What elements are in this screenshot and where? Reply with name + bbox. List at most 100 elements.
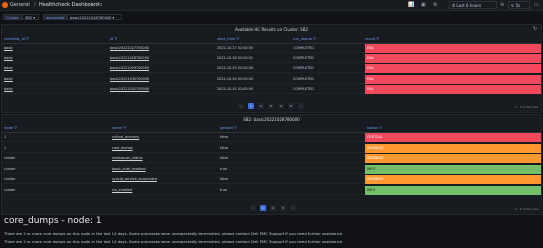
table-cell[interactable]: basic20221027700000 bbox=[110, 46, 149, 50]
table-cell: cluster bbox=[4, 166, 16, 171]
table-cell: 1 bbox=[4, 145, 7, 150]
table-cell[interactable]: basic bbox=[4, 66, 13, 70]
table-cell: COMPLETED bbox=[293, 66, 314, 71]
column-header-name[interactable]: name ⛛ bbox=[112, 126, 126, 130]
star-icon[interactable]: ☆ bbox=[90, 2, 94, 8]
worksheet-variable-select[interactable]: basic20221028780000 ▾ bbox=[67, 14, 122, 20]
status-cell: WARNING bbox=[365, 154, 541, 163]
column-header-passed[interactable]: passed ⛛ bbox=[220, 126, 237, 130]
hc-results-panel-title: Available HC Results on Cluster: SB2 bbox=[235, 27, 308, 32]
column-header-checklist-id[interactable]: checklist_id ⛛ bbox=[4, 37, 29, 41]
table-cell: 2022-10-31 02:00:00 bbox=[217, 86, 254, 91]
table-cell: 2022-10-30 02:00:00 bbox=[217, 76, 254, 81]
grafana-logo-icon[interactable] bbox=[2, 2, 8, 8]
page-button-2[interactable]: 2 bbox=[270, 205, 276, 211]
table-cell[interactable]: syncig_service_suspended bbox=[112, 177, 157, 181]
table-cell[interactable]: basic bbox=[4, 87, 13, 91]
node-results-panel-title: SB2: basic20221028780000 bbox=[243, 117, 300, 122]
node-rows-info: 1 - 6 of 16 rows bbox=[515, 207, 539, 211]
result-cell: FAIL bbox=[365, 74, 541, 84]
table-cell: 2022-10-27 02:00:00 bbox=[217, 46, 254, 50]
table-header-row: node ⛛ name ⛛ passed ⛛ status ⛛ bbox=[2, 125, 541, 131]
table-cell: false bbox=[220, 156, 229, 160]
table-row[interactable]: basic basic20221029700000 2022-10-29 02:00… bbox=[2, 64, 541, 74]
breadcrumb-folder[interactable]: General bbox=[10, 2, 30, 8]
table-row[interactable]: basic basic20221027700000 2022-10-27 02:00… bbox=[2, 44, 541, 53]
status-cell: WARNING bbox=[365, 143, 541, 153]
table-cell[interactable]: basic20221031700000 bbox=[110, 87, 149, 91]
table-row[interactable]: cluster srs_enabled true INFO bbox=[2, 185, 541, 195]
cluster-variable-label: Cluster bbox=[3, 14, 22, 20]
table-cell[interactable]: basic20221030700000 bbox=[110, 77, 149, 81]
worksheet-variable-label: worksheet bbox=[43, 14, 67, 20]
detail-line-2: There are 2 or more core dumps on this n… bbox=[4, 239, 344, 244]
refresh-button[interactable]: ↻ 5s bbox=[508, 1, 530, 9]
table-row[interactable]: cluster mediascan_status false WARNING bbox=[2, 154, 541, 163]
result-cell: FAIL bbox=[365, 84, 541, 94]
table-cell: cluster bbox=[4, 156, 16, 160]
table-row[interactable]: 1 critical_memory false CRITICAL bbox=[2, 133, 541, 142]
table-cell[interactable]: critical_memory bbox=[112, 135, 139, 139]
column-header-result[interactable]: result ⛛ bbox=[365, 37, 379, 41]
status-cell: WARNING bbox=[365, 175, 541, 184]
settings-gear-icon[interactable]: ⚙ bbox=[433, 2, 437, 8]
column-header-status[interactable]: status ⛛ bbox=[367, 126, 382, 130]
time-range-picker[interactable]: ⏱ Last 6 hours bbox=[449, 1, 497, 9]
save-icon[interactable]: ▣ bbox=[421, 2, 426, 8]
next-page-button[interactable]: › bbox=[298, 103, 304, 109]
table-cell: 2022-10-29 02:00:00 bbox=[217, 66, 254, 71]
table-cell[interactable]: basic20221029700000 bbox=[110, 66, 149, 70]
share-icon[interactable]: ⊲ bbox=[98, 2, 102, 8]
column-header-start-time[interactable]: start_time ⛛ bbox=[217, 37, 239, 41]
zoom-out-icon[interactable]: ⊖ bbox=[500, 2, 504, 8]
table-row[interactable]: basic basic20221030700000 2022-10-30 02:00… bbox=[2, 74, 541, 84]
table-cell: COMPLETED bbox=[293, 46, 314, 50]
table-cell[interactable]: basic bbox=[4, 46, 13, 50]
table-cell[interactable]: basic bbox=[4, 56, 13, 60]
table-cell[interactable]: basic bbox=[4, 77, 13, 81]
column-header-run-status[interactable]: run_status ⛛ bbox=[293, 37, 316, 41]
page-button-1[interactable]: 1 bbox=[260, 205, 266, 211]
table-cell[interactable]: srs_enabled bbox=[112, 188, 132, 192]
page-button-1[interactable]: 1 bbox=[248, 103, 254, 109]
table-cell: cluster bbox=[4, 177, 16, 181]
table-cell: true bbox=[220, 187, 227, 192]
table-row[interactable]: basic basic20221028780000 2022-10-28 02:00… bbox=[2, 54, 541, 64]
table-cell: true bbox=[220, 166, 227, 171]
table-cell[interactable]: basic_auth_enabled bbox=[112, 167, 146, 171]
prev-page-button[interactable]: ‹ bbox=[238, 103, 244, 109]
page-button-2[interactable]: 2 bbox=[258, 103, 264, 109]
column-header-node[interactable]: node ⛛ bbox=[4, 126, 17, 130]
table-cell[interactable]: mediascan_status bbox=[112, 156, 143, 160]
panel-refresh-icon[interactable]: ↻ bbox=[533, 26, 537, 32]
page-button-3[interactable]: 3 bbox=[268, 103, 274, 109]
page-button-5[interactable]: 5 bbox=[288, 103, 294, 109]
table-row[interactable]: 1 core_dumps false WARNING bbox=[2, 143, 541, 153]
table-cell: COMPLETED bbox=[293, 56, 314, 61]
table-cell: 1 bbox=[4, 135, 7, 139]
page-button-3[interactable]: 3 bbox=[280, 205, 286, 211]
result-cell: FAIL bbox=[365, 54, 541, 64]
page-button-4[interactable]: 4 bbox=[278, 103, 284, 109]
chart-add-icon[interactable]: 📊 bbox=[408, 2, 414, 8]
table-row[interactable]: cluster basic_auth_enabled true INFO bbox=[2, 164, 541, 174]
table-row[interactable]: basic basic20221031700000 2022-10-31 02:00… bbox=[2, 84, 541, 94]
table-cell: false bbox=[220, 145, 229, 150]
refresh-interval: 5s bbox=[515, 3, 521, 8]
table-row[interactable]: cluster syncig_service_suspended false WARN… bbox=[2, 175, 541, 184]
status-cell: INFO bbox=[365, 185, 541, 195]
prev-page-button[interactable]: ‹ bbox=[250, 205, 256, 211]
table-header-row: checklist_id ⛛ id ⛛ start_time ⛛ run_status… bbox=[2, 36, 541, 42]
table-cell: 2022-10-28 02:00:01 bbox=[217, 56, 254, 61]
cluster-variable-select[interactable]: SB2 ▾ bbox=[22, 14, 39, 20]
refresh-icon: ↻ bbox=[511, 3, 515, 8]
result-cell: FAIL bbox=[365, 44, 541, 53]
next-page-button[interactable]: › bbox=[290, 205, 296, 211]
table-cell: cluster bbox=[4, 187, 16, 192]
column-header-id[interactable]: id ⛛ bbox=[110, 37, 117, 41]
table-cell[interactable]: basic20221028780000 bbox=[110, 56, 149, 60]
breadcrumb-separator: / bbox=[34, 2, 36, 8]
table-cell[interactable]: core_dumps bbox=[112, 146, 133, 150]
tv-mode-icon[interactable]: ▭ bbox=[534, 2, 539, 8]
table-cell: COMPLETED bbox=[293, 76, 314, 81]
